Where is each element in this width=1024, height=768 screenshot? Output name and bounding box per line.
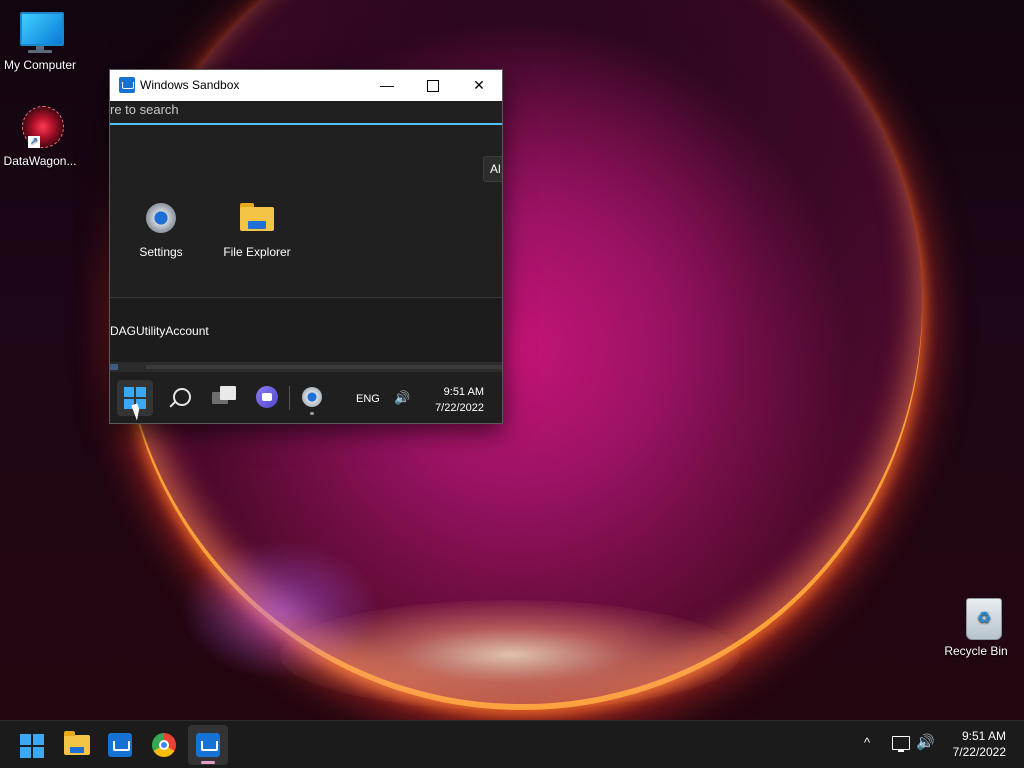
volume-icon[interactable]: 🔊 xyxy=(916,733,935,751)
taskbar-clock[interactable]: 9:51 AM 7/22/2022 xyxy=(940,728,1006,760)
sandbox-clock[interactable]: 9:51 AM 7/22/2022 xyxy=(420,384,484,416)
scrollbar-thumb[interactable] xyxy=(110,364,118,370)
folder-icon xyxy=(240,201,274,235)
start-menu-footer: DAGUtilityAccount xyxy=(110,297,502,362)
sandbox-start-button[interactable] xyxy=(117,380,153,421)
sandbox-app-icon xyxy=(119,77,135,93)
sandbox-app-icon xyxy=(108,733,132,757)
horizontal-scrollbar[interactable] xyxy=(110,362,502,372)
pinned-app-label: File Explorer xyxy=(223,245,291,259)
pinned-app-label: Settings xyxy=(139,245,183,259)
desktop-icon-recycle-bin[interactable]: ♻ Recycle Bin xyxy=(936,594,1016,658)
clock-time: 9:51 AM xyxy=(443,386,484,398)
sandbox-taskbar: ENG 🔊 9:51 AM 7/22/2022 xyxy=(110,372,502,423)
start-search-box[interactable]: re to search xyxy=(110,101,502,125)
windows-logo-icon xyxy=(20,734,44,758)
sandbox-settings-button[interactable] xyxy=(294,380,330,416)
pinned-app-settings[interactable]: Settings xyxy=(113,201,209,259)
monitor-icon xyxy=(16,8,64,56)
sandbox-task-view-button[interactable] xyxy=(206,380,242,416)
settings-gear-icon xyxy=(302,387,322,407)
taskbar-separator xyxy=(289,386,290,410)
minimize-icon: — xyxy=(380,77,394,93)
desktop-icon-datawagon[interactable]: ↗ DataWagon... xyxy=(0,104,80,168)
minimize-button[interactable]: — xyxy=(364,70,410,101)
taskbar-file-explorer[interactable] xyxy=(56,725,96,765)
task-view-icon xyxy=(212,386,236,404)
user-account-button[interactable]: DAGUtilityAccount xyxy=(110,324,209,338)
active-window-indicator xyxy=(201,761,215,764)
all-apps-button[interactable]: Al xyxy=(483,156,502,182)
running-indicator xyxy=(310,412,314,415)
network-icon[interactable] xyxy=(892,736,910,752)
clock-time: 9:51 AM xyxy=(961,729,1006,743)
clock-date: 7/22/2022 xyxy=(952,745,1006,759)
volume-icon[interactable]: 🔊 xyxy=(394,390,410,406)
search-placeholder: re to search xyxy=(110,102,179,117)
start-button[interactable] xyxy=(12,725,52,765)
taskbar-windows-sandbox-active[interactable] xyxy=(188,725,228,765)
desktop-icon-label: Recycle Bin xyxy=(944,644,1008,658)
close-icon: ✕ xyxy=(473,77,485,93)
close-button[interactable]: ✕ xyxy=(456,70,502,101)
desktop-icon-label: DataWagon... xyxy=(3,154,77,168)
wallpaper-purple-glow xyxy=(180,540,380,680)
taskbar: ^ 🔊 9:51 AM 7/22/2022 xyxy=(0,720,1024,768)
desktop-icon-label: My Computer xyxy=(3,58,77,72)
taskbar-windows-sandbox[interactable] xyxy=(100,725,140,765)
chrome-icon xyxy=(152,733,176,757)
folder-icon xyxy=(64,731,90,755)
start-menu: re to search Al Settings File Explorer D… xyxy=(110,101,502,423)
settings-gear-icon xyxy=(143,201,179,235)
pinned-app-file-explorer[interactable]: File Explorer xyxy=(209,201,305,259)
maximize-button[interactable] xyxy=(410,70,456,101)
recycle-bin-icon: ♻ xyxy=(952,594,1002,642)
taskbar-chrome[interactable] xyxy=(144,725,184,765)
window-title: Windows Sandbox xyxy=(140,78,240,92)
show-hidden-icons-chevron-icon[interactable]: ^ xyxy=(864,735,870,750)
maximize-icon xyxy=(427,80,439,93)
sandbox-window[interactable]: Windows Sandbox — ✕ re to search Al Sett… xyxy=(109,69,503,424)
search-icon xyxy=(173,388,191,406)
sandbox-search-button[interactable] xyxy=(162,380,198,416)
sandbox-chat-button[interactable] xyxy=(249,380,285,416)
sandbox-titlebar[interactable]: Windows Sandbox — ✕ xyxy=(110,70,502,101)
sandbox-app-icon xyxy=(196,733,220,757)
scrollbar-track[interactable] xyxy=(146,365,502,369)
datawagon-app-icon: ↗ xyxy=(16,104,64,152)
desktop-icon-my-computer[interactable]: My Computer xyxy=(0,8,80,72)
clock-date: 7/22/2022 xyxy=(435,402,484,414)
language-indicator[interactable]: ENG xyxy=(356,393,380,405)
shortcut-arrow-icon: ↗ xyxy=(28,136,40,148)
chat-icon xyxy=(256,386,278,408)
